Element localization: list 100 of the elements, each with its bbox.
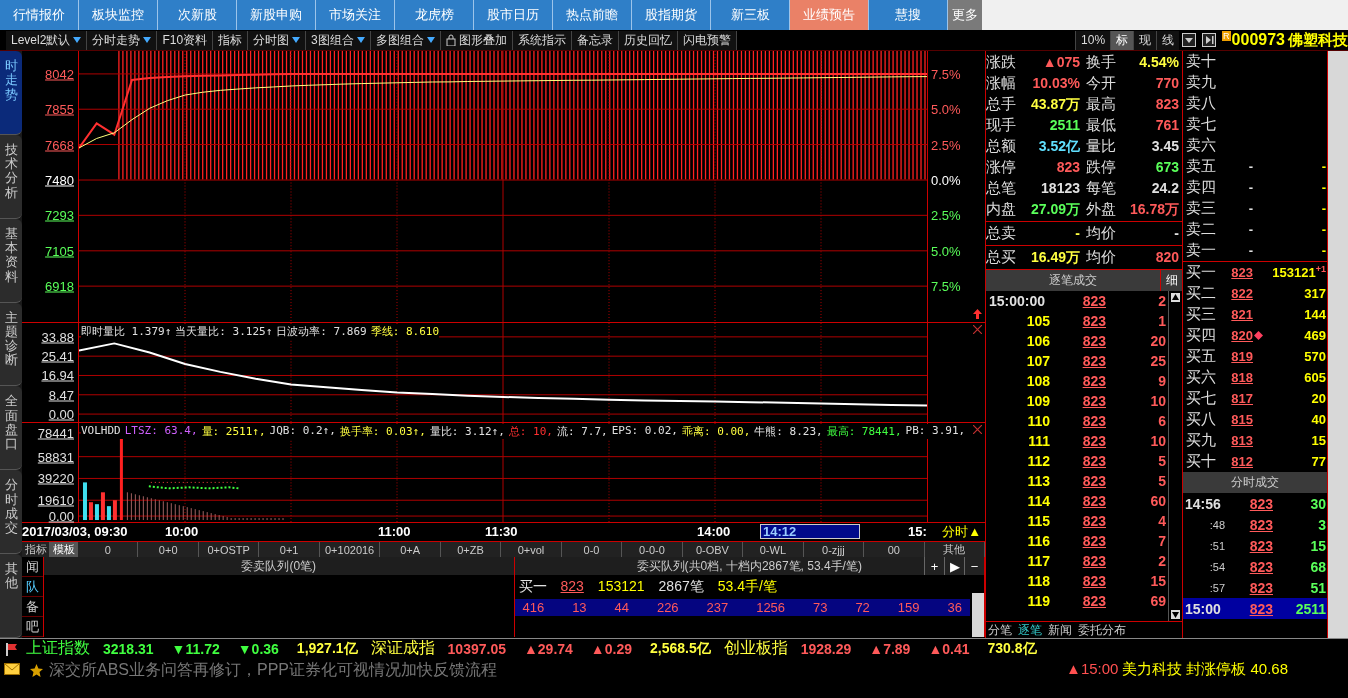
trade-row[interactable]: 15:00 823 2511 xyxy=(1183,598,1327,619)
toolbar-button[interactable]: 闪电预警 xyxy=(677,30,737,50)
axis-label: 8042 xyxy=(45,66,74,82)
stock-name: 佛塑科技 xyxy=(1288,30,1348,50)
order-level: 买一 xyxy=(1185,263,1217,282)
nav-tab[interactable]: 慧搜 xyxy=(869,0,948,30)
quote-value: 2511 xyxy=(1048,116,1081,134)
panel-tab[interactable]: 委托分布 xyxy=(1076,622,1128,638)
trade-row[interactable]: :51 823 15 xyxy=(1183,535,1327,556)
side-tab[interactable]: 分时成交 xyxy=(0,470,22,555)
axis-label: 25.41 xyxy=(41,348,74,364)
legend-text: 总: 10, xyxy=(508,424,553,439)
indicator-tab[interactable]: 模板 xyxy=(50,542,78,557)
chart-mode-label: 分时▲ xyxy=(942,523,981,541)
order-level: 卖九 xyxy=(1185,73,1217,92)
order-volume: 570 xyxy=(1303,349,1326,364)
panel-tab[interactable]: 新闻 xyxy=(1046,622,1074,638)
quote-label: 内盘 xyxy=(986,199,1017,219)
index-value: 1,927.1亿 xyxy=(295,639,359,658)
queue-label: 买一 xyxy=(518,578,547,596)
scrollbar[interactable] xyxy=(1328,51,1348,638)
trade-time: 105 xyxy=(1025,313,1051,329)
trade-row[interactable]: :54 823 68 xyxy=(1183,556,1327,577)
view-toggle[interactable]: 现 xyxy=(1133,30,1157,50)
trade-row[interactable]: :57 823 51 xyxy=(1183,577,1327,598)
view-toggle[interactable]: 线 xyxy=(1156,30,1180,50)
order-price: - xyxy=(1247,159,1253,174)
toolbar-button[interactable]: 分时走势 xyxy=(87,30,158,50)
trade-price: 823 xyxy=(1081,433,1106,449)
quote-value: 823 xyxy=(1154,95,1180,113)
trade-price: 823 xyxy=(1081,553,1106,569)
side-tab[interactable]: 全面盘口 xyxy=(0,386,22,471)
trade-row[interactable]: :48 823 3 xyxy=(1183,514,1327,535)
toolbar-button[interactable]: 系统指示 xyxy=(512,30,572,50)
trade-row[interactable]: 14:56 823 30 xyxy=(1183,493,1327,514)
legend-text: LTSZ: 63.4, xyxy=(124,424,198,439)
scrollbar[interactable] xyxy=(972,593,984,637)
trade-price: 823 xyxy=(1081,353,1106,369)
quote-value: 673 xyxy=(1154,158,1180,176)
quote-label: 总额 xyxy=(986,136,1017,156)
queue-tab[interactable]: 闻 xyxy=(22,557,43,577)
time-label: 11:30 xyxy=(485,524,518,539)
trade-time: 106 xyxy=(1025,333,1051,349)
trade-price: 823 xyxy=(1081,373,1106,389)
order-price: 812 xyxy=(1230,454,1253,469)
toolbar-button[interactable]: 多图组合 xyxy=(370,30,441,50)
queue-tab[interactable]: 吧 xyxy=(22,617,43,637)
order-level: 买二 xyxy=(1185,284,1217,303)
axis-label: 7.5% xyxy=(931,66,961,82)
order-size: 237 xyxy=(706,600,729,615)
view-toggle[interactable]: 10% xyxy=(1075,30,1111,50)
nav-tab[interactable]: 新股申购 xyxy=(237,0,316,30)
indicator-tab[interactable]: 指标 xyxy=(22,542,50,557)
nav-tab[interactable]: 市场关注 xyxy=(316,0,395,30)
panel-button[interactable]: + xyxy=(924,557,944,575)
order-level: 卖三 xyxy=(1185,199,1217,218)
index-value: 2,568.5亿 xyxy=(648,639,712,658)
legend-text: 换手率: 0.03↑, xyxy=(339,424,426,439)
order-volume: 40 xyxy=(1310,412,1326,427)
axis-label: 7480 xyxy=(45,172,74,188)
trade-volume: 4 xyxy=(1157,513,1167,529)
axis-label: 2.5% xyxy=(931,207,961,223)
quote-value: 823 xyxy=(1055,158,1081,176)
news-headline[interactable]: 深交所ABS业务问答再修订，PPP证券化可视情况加快反馈流程 xyxy=(49,660,498,681)
nav-tab[interactable]: 龙虎榜 xyxy=(395,0,474,30)
nav-tab[interactable]: 股指期货 xyxy=(632,0,711,30)
toolbar-button[interactable]: F10资料 xyxy=(157,30,214,50)
queue-tab[interactable]: 备 xyxy=(22,597,43,617)
toolbar-button[interactable]: 图形叠加 xyxy=(440,30,513,50)
order-price: 820 xyxy=(1230,328,1253,343)
panel-tab[interactable]: 分笔 xyxy=(986,622,1014,638)
side-tab[interactable]: 基本资料 xyxy=(0,218,22,303)
panel-button[interactable]: ▶ xyxy=(944,557,964,575)
toolbar-button[interactable]: 历史回忆 xyxy=(618,30,678,50)
nav-tab[interactable]: 次新股 xyxy=(158,0,237,30)
queue-tab[interactable]: 队 xyxy=(22,577,43,597)
view-toggle[interactable]: 标 xyxy=(1110,30,1134,50)
axis-label: 0.0% xyxy=(931,172,961,188)
order-price: 813 xyxy=(1230,433,1253,448)
trade-time: 117 xyxy=(1026,553,1051,569)
toolbar-button[interactable]: 分时图 xyxy=(248,30,307,50)
nav-tab[interactable]: 新三板 xyxy=(711,0,790,30)
toolbar-button[interactable]: 备忘录 xyxy=(571,30,619,50)
nav-tab[interactable]: 行情报价 xyxy=(0,0,79,30)
side-tab[interactable]: 其他 xyxy=(0,554,22,638)
close-icon xyxy=(973,425,982,434)
nav-tab[interactable]: 热点前瞻 xyxy=(553,0,632,30)
nav-tab[interactable]: 板块监控 xyxy=(79,0,158,30)
panel-button[interactable]: − xyxy=(964,557,984,575)
more-button[interactable]: 更多 xyxy=(948,0,982,30)
toolbar-button[interactable]: 3图组合 xyxy=(306,30,371,50)
toolbar-button[interactable]: Level2默认 xyxy=(6,30,88,50)
side-tab[interactable]: 时走势 xyxy=(0,51,22,135)
quote-value: 761 xyxy=(1154,116,1180,134)
toolbar-button[interactable]: 指标 xyxy=(213,30,249,50)
axis-label: 2.5% xyxy=(931,137,961,152)
side-tab[interactable]: 技术分析 xyxy=(0,134,22,219)
side-tab[interactable]: 主题诊断 xyxy=(0,302,22,387)
nav-tab[interactable]: 股市日历 xyxy=(474,0,553,30)
panel-tab[interactable]: 逐笔 xyxy=(1016,622,1044,638)
